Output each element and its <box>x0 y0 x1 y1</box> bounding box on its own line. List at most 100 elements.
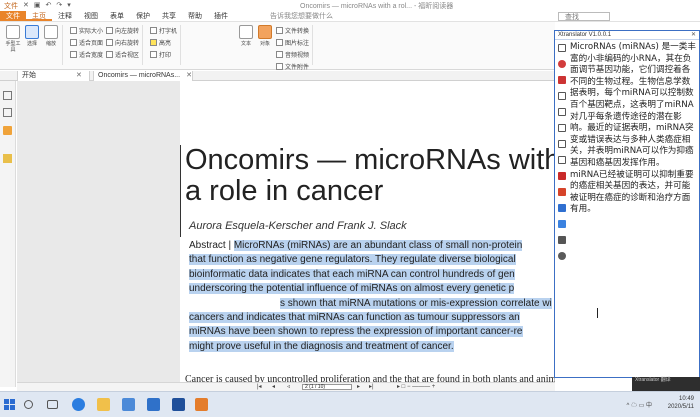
tab-oncomirs[interactable]: Oncomirs — microRNAs... ✕ <box>93 71 193 81</box>
file-attachment-button[interactable]: 文件附件 <box>276 62 309 71</box>
rotate-left-button[interactable]: 向左旋转 <box>106 26 139 35</box>
zoom-out-icon[interactable]: ◃ <box>287 383 290 391</box>
object-icon <box>258 25 273 39</box>
settings-icon[interactable] <box>558 252 566 260</box>
foxit-reader-icon[interactable] <box>195 398 208 411</box>
select-tool-button[interactable]: 选择 <box>24 25 40 65</box>
page-3-icon[interactable] <box>558 140 566 148</box>
selected-text[interactable]: underscoring the potential influence of … <box>189 283 515 295</box>
print-button[interactable]: 打印 <box>150 50 177 59</box>
tell-me-search[interactable]: 告诉我您想要做什么 <box>264 11 339 21</box>
engine-blue-icon[interactable] <box>558 204 566 212</box>
tab-start-page[interactable]: 开始 ✕ <box>17 71 90 81</box>
bookmark-icon[interactable] <box>3 91 12 100</box>
page-1-icon[interactable] <box>558 108 566 116</box>
actual-size-button[interactable]: 实际大小 <box>70 26 103 35</box>
record-icon[interactable] <box>558 60 566 68</box>
tab-file[interactable]: 文件 <box>0 11 26 21</box>
navigation-panel <box>0 81 16 387</box>
fit-page-button[interactable]: 适合页面 <box>70 38 103 47</box>
selected-text[interactable]: s shown that miRNA mutations or mis-expr… <box>280 297 552 309</box>
tab-comment[interactable]: 注释 <box>52 11 78 21</box>
last-page-icon[interactable]: ▸| <box>369 383 374 391</box>
page-number-input[interactable]: 2 (1 / 10) <box>302 384 352 390</box>
typewriter-button[interactable]: 打字机 <box>150 26 177 35</box>
search-icon[interactable] <box>24 400 33 409</box>
selected-text[interactable]: miRNAs have been shown to repress the ex… <box>189 326 523 338</box>
prev-page-icon[interactable]: ◂ <box>272 383 275 391</box>
engine-blue-icon[interactable] <box>558 220 566 228</box>
edge-icon[interactable] <box>72 398 85 411</box>
engine-red-icon[interactable] <box>558 188 566 196</box>
selected-text[interactable]: might prove useful in the diagnosis and … <box>189 340 454 352</box>
convert-button[interactable]: 文件转换 <box>276 26 309 35</box>
rotate-right-button[interactable]: 向右旋转 <box>106 38 139 47</box>
ribbon-group-view: 实际大小 适合页面 适合宽度 向左旋转 向右旋转 适合视区 <box>67 25 144 65</box>
layers-icon[interactable] <box>3 154 12 163</box>
translator-app-icon[interactable] <box>172 398 185 411</box>
save-icon[interactable]: ▣ <box>34 1 41 11</box>
close-doc-icon[interactable]: ✕ <box>23 1 29 11</box>
eye-icon[interactable] <box>558 44 566 52</box>
tab-view[interactable]: 视图 <box>78 11 104 21</box>
page-icon <box>70 51 77 58</box>
first-page-icon[interactable]: |◂ <box>257 383 262 391</box>
pin-icon[interactable] <box>558 76 566 84</box>
file-explorer-icon[interactable] <box>97 398 110 411</box>
clock[interactable]: 10:49 2020/5/11 <box>668 395 694 411</box>
page-icon <box>70 27 77 34</box>
tab-share[interactable]: 共享 <box>156 11 182 21</box>
image-icon <box>276 39 284 46</box>
highlight-button[interactable]: 高亮 <box>150 38 177 47</box>
undo-icon[interactable]: ↶ <box>46 1 52 11</box>
copy-icon[interactable] <box>558 92 566 100</box>
mail-icon[interactable] <box>147 398 160 411</box>
text-cursor <box>597 308 598 318</box>
find-search[interactable]: 查找 <box>558 12 610 21</box>
page-2-icon[interactable] <box>558 124 566 132</box>
tab-form[interactable]: 表单 <box>104 11 130 21</box>
selected-text[interactable]: cancers and indicates that miRNAs can fu… <box>189 311 520 323</box>
document-viewport[interactable]: Oncomirs — microRNAs with a role in canc… <box>17 81 555 387</box>
tab-home[interactable]: 主页 <box>26 11 52 21</box>
taskbar: ^ ☁ ▭ 中 10:49 2020/5/11 <box>0 391 700 417</box>
hand-tool-button[interactable]: 手型工具 <box>5 25 21 65</box>
translation-output[interactable]: MicroRNAs (miRNAs) 是一类丰富的小非编码的小RNA，其在负面调… <box>570 42 698 216</box>
pages-icon[interactable] <box>3 108 12 117</box>
ribbon-group-insert: 文本 对象 文件转换 图片标注 音频视频 文件附件 <box>235 25 314 71</box>
save-icon[interactable] <box>558 236 566 244</box>
image-annotation-button[interactable]: 图片标注 <box>276 38 309 47</box>
edit-object-button[interactable]: 对象 <box>257 25 273 65</box>
fit-visible-button[interactable]: 适合视区 <box>106 50 139 59</box>
windows-start-icon[interactable] <box>4 399 15 410</box>
zoom-controls[interactable]: ▸ □ − ——— + <box>397 383 435 391</box>
customize-icon[interactable]: ▾ <box>67 1 71 11</box>
edit-text-button[interactable]: 文本 <box>238 25 254 65</box>
tab-plugins[interactable]: 插件 <box>208 11 234 21</box>
convert-icon <box>276 27 284 34</box>
tab-help[interactable]: 帮助 <box>182 11 208 21</box>
store-icon[interactable] <box>122 398 135 411</box>
audio-video-button[interactable]: 音频视频 <box>276 50 309 59</box>
selected-text[interactable]: MicroRNAs (miRNAs) are an abundant class… <box>233 240 523 251</box>
page-4-icon[interactable] <box>558 156 566 164</box>
ribbon-group-edit: 打字机 高亮 打印 <box>147 25 182 65</box>
system-tray[interactable]: ^ ☁ ▭ 中 <box>627 400 653 409</box>
fit-width-button[interactable]: 适合宽度 <box>70 50 103 59</box>
tab-protect[interactable]: 保护 <box>130 11 156 21</box>
comment-icon[interactable] <box>3 126 12 135</box>
selected-text[interactable]: bioinformatic data indicates that each m… <box>189 268 515 280</box>
translator-title-bar: Xtranslator V1.0.0.1 ✕ <box>555 31 699 40</box>
close-icon[interactable]: ✕ <box>691 31 696 40</box>
next-page-icon[interactable]: ▸ <box>357 383 360 391</box>
zoom-tool-button[interactable]: 缩放 <box>43 25 59 65</box>
engine-red-icon[interactable] <box>558 172 566 180</box>
app-menu-icon[interactable]: 文件 <box>4 1 18 11</box>
title-rule <box>180 145 181 237</box>
close-tab-icon[interactable]: ✕ <box>186 72 192 79</box>
task-view-icon[interactable] <box>47 400 58 409</box>
close-tab-icon[interactable]: ✕ <box>76 72 82 79</box>
pdf-page[interactable]: Oncomirs — microRNAs with a role in canc… <box>180 81 555 387</box>
redo-icon[interactable]: ↷ <box>56 1 62 11</box>
selected-text[interactable]: that function as negative gene regulator… <box>189 254 516 266</box>
